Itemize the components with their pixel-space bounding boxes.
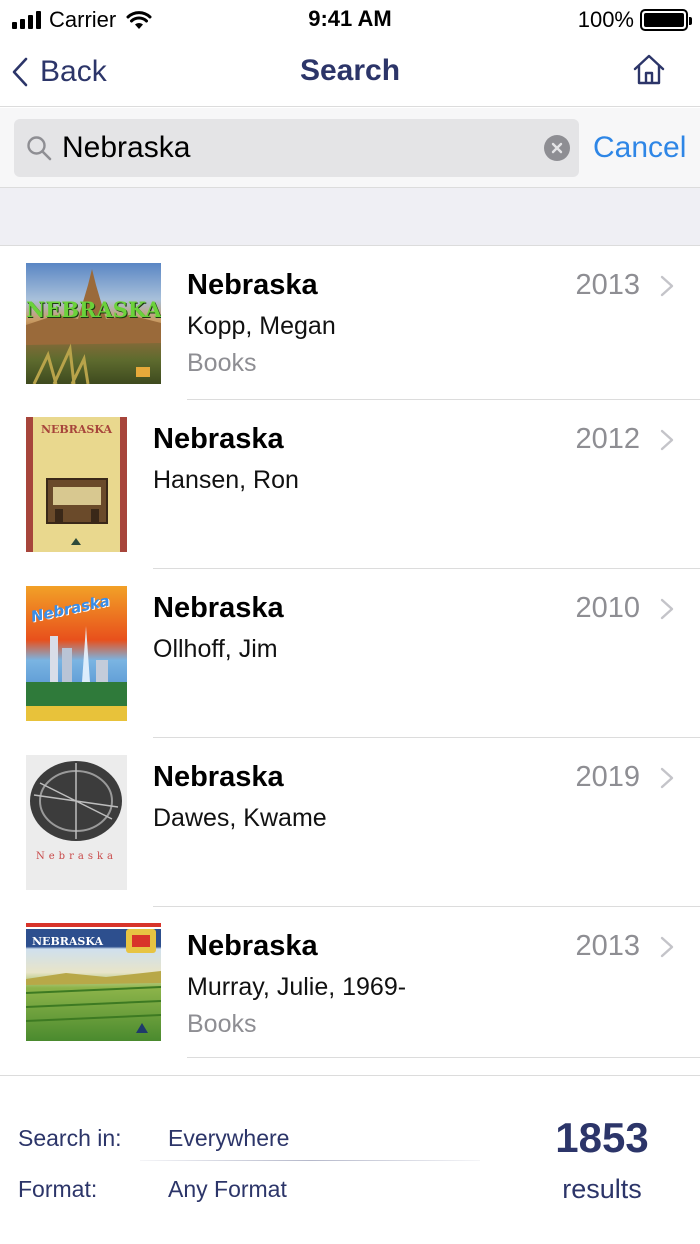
search-in-value[interactable]: Everywhere xyxy=(168,1125,289,1152)
search-field[interactable] xyxy=(14,119,579,177)
format-value[interactable]: Any Format xyxy=(168,1176,287,1203)
result-author: Ollhoff, Jim xyxy=(153,635,278,663)
chevron-right-icon xyxy=(660,936,674,958)
book-cover-4: Nebraska xyxy=(26,755,127,890)
result-author: Kopp, Megan xyxy=(187,312,336,340)
chevron-right-icon xyxy=(660,275,674,297)
result-title: Nebraska xyxy=(187,269,318,301)
battery-icon xyxy=(640,9,692,31)
chevron-right-icon xyxy=(660,767,674,789)
result-year: 2013 xyxy=(575,930,640,962)
navigation-bar: Back Search xyxy=(0,40,700,107)
result-row[interactable]: Nebraska Nebraska Dawes, Kwame 2019 xyxy=(0,738,700,907)
page-title: Search xyxy=(299,54,401,87)
format-label: Format: xyxy=(18,1176,98,1202)
result-year: 2012 xyxy=(575,423,640,455)
search-in-label: Search in: xyxy=(18,1125,122,1151)
footer-divider xyxy=(140,1160,480,1161)
result-title: Nebraska xyxy=(153,423,284,455)
magnifier-icon xyxy=(27,136,52,161)
result-row[interactable]: Nebraska Nebraska Ollhoff, Jim 2010 xyxy=(0,569,700,738)
result-count: 1853 xyxy=(555,1114,649,1161)
result-author: Dawes, Kwame xyxy=(153,804,327,832)
cover-art-1 xyxy=(26,269,161,384)
book-cover-1: NEBRASKA xyxy=(26,263,161,384)
clear-search-button[interactable] xyxy=(544,135,570,161)
result-row[interactable]: NEBRASKA Nebraska Hansen, Ron 2012 xyxy=(0,400,700,569)
search-input[interactable] xyxy=(62,128,532,168)
book-cover-2: NEBRASKA xyxy=(26,417,127,552)
clear-icon xyxy=(551,142,563,154)
result-year: 2010 xyxy=(575,592,640,624)
chevron-right-icon xyxy=(660,429,674,451)
book-cover-5: NEBRASKA xyxy=(26,923,161,1041)
cover-title-5: NEBRASKA xyxy=(32,935,104,948)
result-title: Nebraska xyxy=(153,592,284,624)
row-separator xyxy=(187,1057,700,1058)
result-title: Nebraska xyxy=(153,761,284,793)
book-cover-3: Nebraska xyxy=(26,586,127,721)
results-list: NEBRASKA Nebraska Kopp, Megan Books 2013… xyxy=(0,247,700,1058)
result-format: Books xyxy=(187,349,257,377)
result-author: Hansen, Ron xyxy=(153,466,299,494)
cover-art-4 xyxy=(30,761,122,841)
status-bar: Carrier 9:41 AM 100% xyxy=(0,0,700,40)
section-spacer xyxy=(0,188,700,246)
result-row[interactable]: NEBRASKA Nebraska Kopp, Megan Books 2013 xyxy=(0,247,700,400)
result-author: Murray, Julie, 1969- xyxy=(187,973,407,1001)
chevron-right-icon xyxy=(660,598,674,620)
result-row[interactable]: NEBRASKA Nebraska Murray, Julie, 1969- B… xyxy=(0,907,700,1058)
search-bar: Cancel xyxy=(0,108,700,188)
result-format: Books xyxy=(187,1010,257,1038)
result-year: 2019 xyxy=(575,761,640,793)
battery-tip xyxy=(689,17,692,25)
cover-title-4: Nebraska xyxy=(36,851,117,862)
status-right: 100% xyxy=(577,6,692,34)
battery-percent: 100% xyxy=(577,7,634,32)
search-options-footer: Search in: Everywhere Format: Any Format… xyxy=(0,1075,700,1244)
home-button[interactable] xyxy=(632,53,666,87)
home-icon xyxy=(633,54,665,85)
cancel-button[interactable]: Cancel xyxy=(593,131,686,165)
result-title: Nebraska xyxy=(187,930,318,962)
result-year: 2013 xyxy=(575,269,640,301)
result-count-label: results xyxy=(562,1174,642,1204)
cover-art-2 xyxy=(46,478,108,545)
battery-fill xyxy=(644,13,684,27)
cover-title-1: NEBRASKA xyxy=(26,297,161,322)
